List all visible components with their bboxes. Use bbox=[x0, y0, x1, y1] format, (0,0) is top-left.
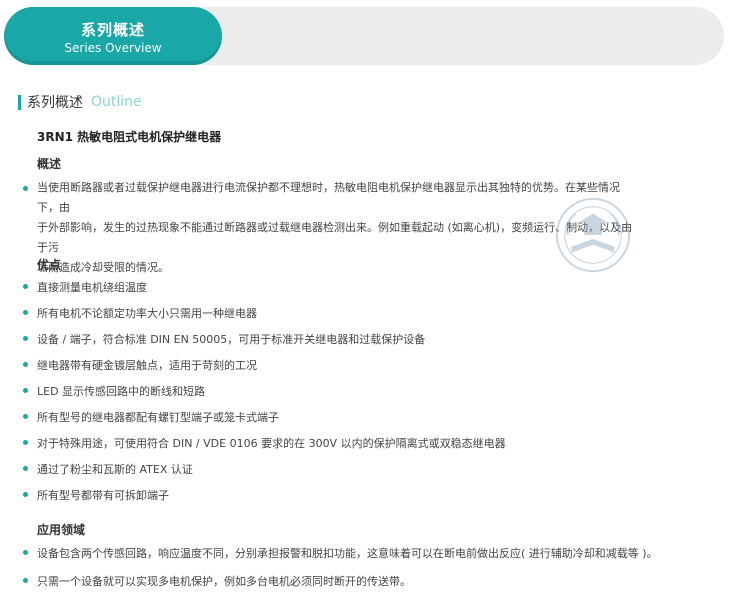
section-heading-cn: 系列概述 bbox=[27, 95, 83, 111]
advantage-item: 直接测量电机绕组温度 bbox=[37, 281, 147, 294]
applications-heading: 应用领域 bbox=[37, 523, 86, 537]
advantage-item: 所有电机不论额定功率大小只需用一种继电器 bbox=[37, 307, 257, 320]
advantage-bullet bbox=[23, 336, 28, 341]
advantage-item: 继电器带有硬金镀层触点，适用于苛刻的工况 bbox=[37, 359, 257, 372]
banner-title-cn: 系列概述 bbox=[80, 21, 145, 39]
advantage-item: LED 显示传感回路中的断线和短路 bbox=[37, 385, 206, 398]
banner-title-pill: 系列概述 Series Overview bbox=[4, 7, 222, 65]
advantage-bullet bbox=[23, 388, 28, 393]
overview-line: 垢而造成冷却受限的情况。 bbox=[37, 261, 169, 274]
advantage-item: 所有型号的继电器都配有螺钉型端子或笼卡式端子 bbox=[37, 411, 279, 424]
advantage-bullet bbox=[23, 466, 28, 471]
application-item: 只需一个设备就可以实现多电机保护，例如多台电机必须同时断开的传送带。 bbox=[37, 575, 411, 588]
banner-title-en: Series Overview bbox=[64, 41, 162, 55]
advantage-bullet bbox=[23, 362, 28, 367]
watermark-stamp-icon bbox=[555, 197, 631, 273]
advantage-item: 对于特殊用途，可使用符合 DIN / VDE 0106 要求的在 300V 以内… bbox=[37, 437, 506, 450]
section-heading-en: Outline bbox=[91, 94, 142, 110]
overview-bullet bbox=[23, 186, 28, 191]
advantage-bullet bbox=[23, 284, 28, 289]
advantage-bullet bbox=[23, 414, 28, 419]
advantage-item: 设备 / 端子，符合标准 DIN EN 50005，可用于标准开关继电器和过载保… bbox=[37, 333, 426, 346]
application-item: 设备包含两个传感回路，响应温度不同，分别承担报警和脱扣功能，这意味着可以在断电前… bbox=[37, 547, 658, 560]
overview-line: 当使用断路器或者过载保护继电器进行电流保护都不理想时，热敏电阻电机保护继电器显示… bbox=[37, 181, 620, 214]
overview-heading: 概述 bbox=[37, 157, 62, 171]
product-title: 3RN1 热敏电阻式电机保护继电器 bbox=[37, 130, 222, 144]
advantage-bullet bbox=[23, 492, 28, 497]
advantage-bullet bbox=[23, 310, 28, 315]
advantage-bullet bbox=[23, 440, 28, 445]
section-heading: 系列概述 Outline bbox=[18, 92, 142, 112]
overview-paragraph: 当使用断路器或者过载保护继电器进行电流保护都不理想时，热敏电阻电机保护继电器显示… bbox=[37, 178, 637, 278]
application-bullet bbox=[23, 550, 28, 555]
section-marker bbox=[18, 94, 21, 110]
advantage-item: 通过了粉尘和瓦斯的 ATEX 认证 bbox=[37, 463, 193, 476]
advantages-heading: 优点 bbox=[37, 258, 62, 272]
overview-line: 于外部影响，发生的过热现象不能通过断路器或过载继电器检测出来。例如重载起动 (如… bbox=[37, 221, 633, 254]
advantage-item: 所有型号都带有可拆卸端子 bbox=[37, 489, 169, 502]
application-bullet bbox=[23, 578, 28, 583]
